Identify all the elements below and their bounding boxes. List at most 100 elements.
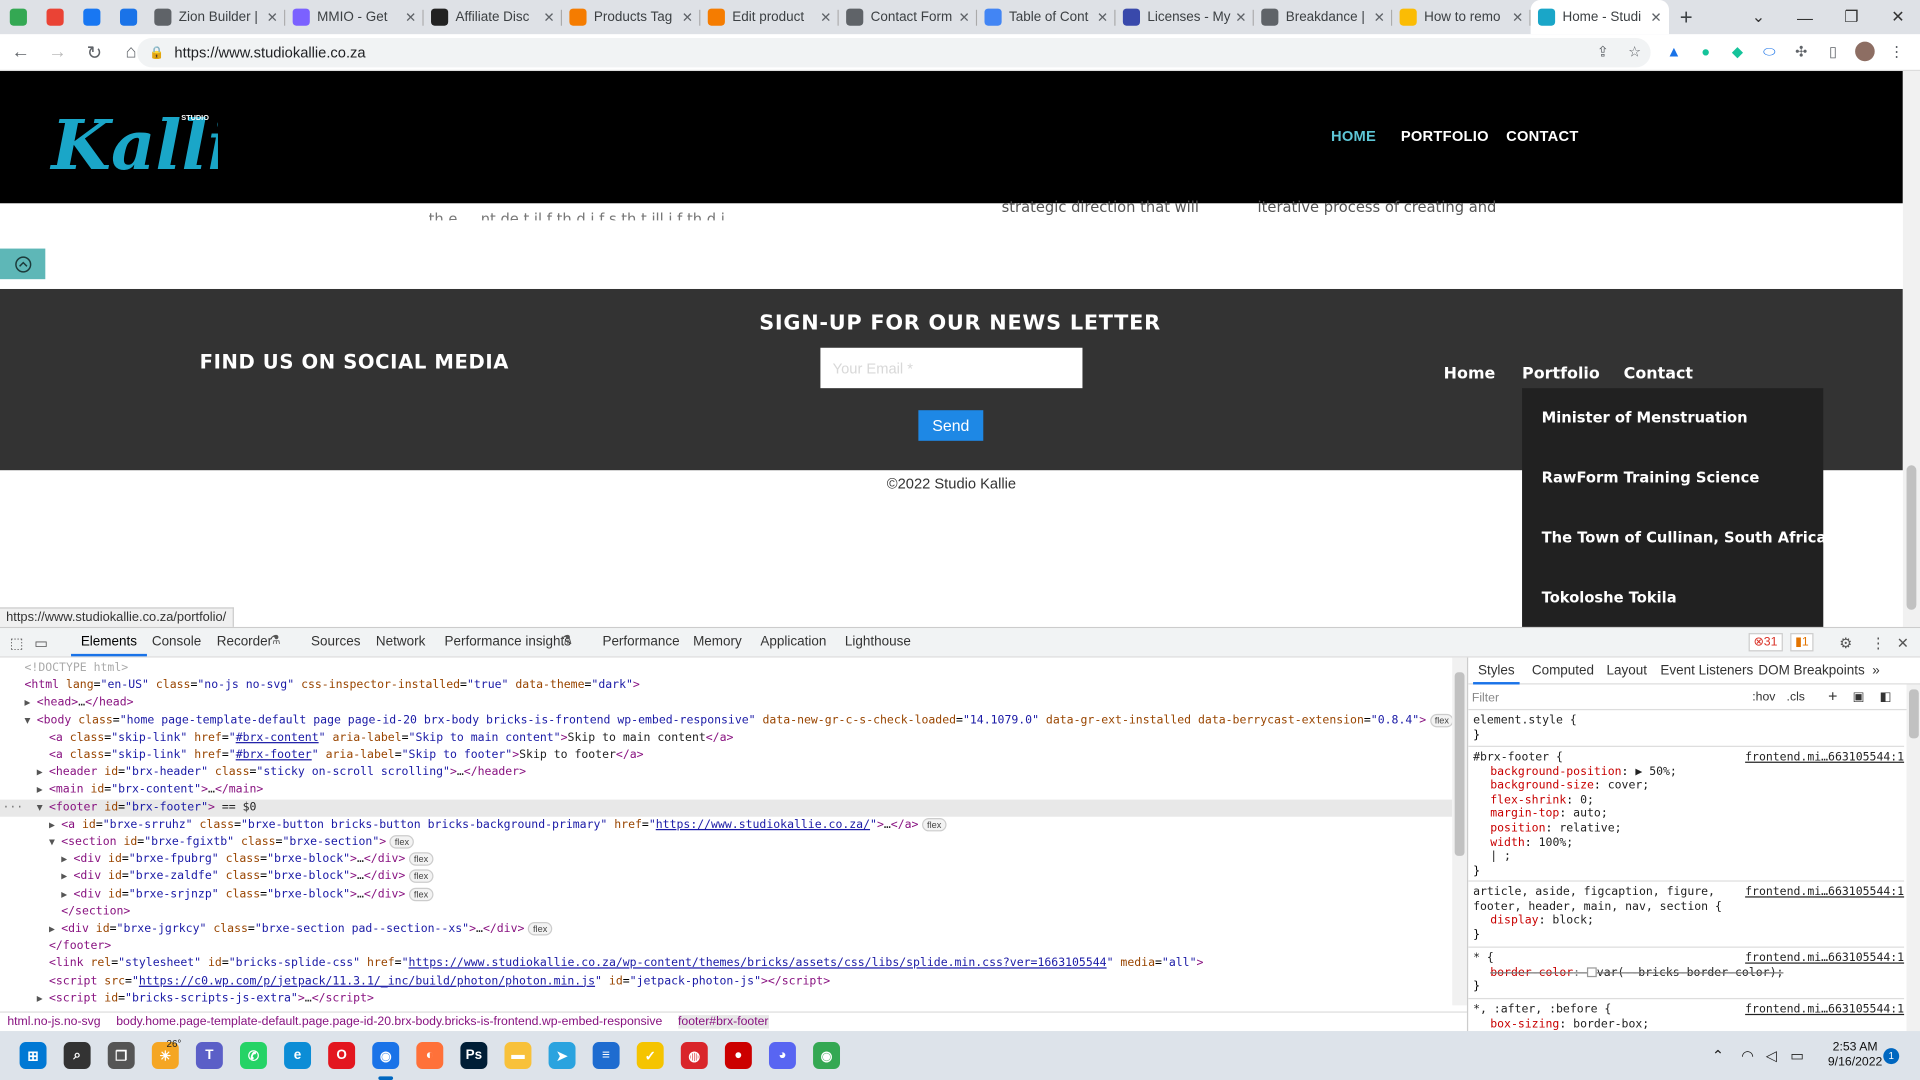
element-style-selector[interactable]: element.style {: [1473, 714, 1904, 728]
expand-triangle-icon[interactable]: ▶: [37, 990, 49, 1005]
dom-node-line[interactable]: <html lang="en-US" class="no-js no-svg" …: [0, 677, 1452, 694]
dom-node-line[interactable]: ▶ <div id="brxe-jgrkcy" class="brxe-secti…: [0, 921, 1452, 938]
browser-tab[interactable]: Home - Studi ✕: [1530, 0, 1669, 35]
devtools-tab-lighthouse[interactable]: Lighthouse: [845, 634, 911, 649]
address-bar[interactable]: 🔒 https://www.studiokallie.co.za: [137, 37, 1651, 68]
close-tab-icon[interactable]: ✕: [682, 9, 693, 25]
close-tab-icon[interactable]: ✕: [543, 9, 554, 25]
dom-node-line[interactable]: ▶ <div id="brxe-srjnzp" class="brxe-block…: [0, 886, 1452, 903]
side-tab-computed[interactable]: Computed: [1532, 664, 1594, 679]
forward-icon[interactable]: →: [42, 36, 74, 68]
extension-green-icon[interactable]: ◆: [1727, 40, 1749, 62]
dom-node-line[interactable]: ▶ <a id="brxe-srruhz" class="brxe-button …: [0, 816, 1452, 833]
close-window-icon[interactable]: ✕: [1875, 0, 1920, 34]
dom-node-line[interactable]: ▶ <script id="bricks-scripts-js-extra">…<…: [0, 990, 1452, 1005]
expand-triangle-icon[interactable]: ▼: [24, 712, 36, 729]
footer-nav-contact[interactable]: Contact: [1624, 365, 1693, 383]
breadcrumb-footer[interactable]: footer#brx-footer: [677, 1015, 769, 1029]
dom-node-line[interactable]: </section>: [0, 903, 1452, 920]
page-scrollbar-thumb[interactable]: [1906, 465, 1917, 610]
styles-filter-input[interactable]: [1471, 689, 1737, 708]
system-clock[interactable]: 2:53 AM 9/16/2022: [1821, 1041, 1890, 1070]
browser-tab[interactable]: Contact Form ✕: [839, 0, 978, 34]
devtools-tab-sources[interactable]: Sources: [311, 634, 360, 649]
sidebar-toggle-icon[interactable]: ◧: [1880, 691, 1892, 704]
css-property[interactable]: background-position: ▶ 50%;: [1473, 765, 1904, 779]
teams-icon[interactable]: T: [195, 1042, 223, 1069]
browser-tab[interactable]: Zion Builder | ✕: [147, 0, 286, 34]
browser-tab[interactable]: How to remo ✕: [1392, 0, 1531, 34]
css-property[interactable]: flex-shrink: 0;: [1473, 793, 1904, 807]
newsletter-email-input[interactable]: [820, 347, 1083, 389]
devtools-tab-performance-insights[interactable]: Performance insights: [444, 634, 571, 649]
expand-triangle-icon[interactable]: ▶: [49, 921, 61, 938]
profile-avatar[interactable]: [1854, 40, 1876, 62]
dom-node-line[interactable]: ▼ <section id="brxe-fgixtb" class="brxe-s…: [0, 834, 1452, 851]
nav-portfolio[interactable]: PORTFOLIO: [1401, 127, 1489, 144]
dropdown-item-minister[interactable]: Minister of Menstruation: [1542, 409, 1748, 426]
devtools-tab-performance[interactable]: Performance: [602, 634, 679, 649]
tab-search-icon[interactable]: ⌄: [1735, 0, 1782, 34]
new-rule-plus-icon[interactable]: +: [1828, 687, 1837, 705]
footer-nav-home[interactable]: Home: [1444, 365, 1496, 383]
devtools-tab-recorder[interactable]: Recorder: [217, 634, 272, 649]
newsletter-send-button[interactable]: Send: [918, 410, 984, 441]
opera-icon[interactable]: O: [328, 1042, 356, 1069]
dom-node-line[interactable]: <a class="skip-link" href="#brx-content"…: [0, 730, 1452, 747]
notepad-icon[interactable]: ≡: [592, 1042, 620, 1069]
task-view-icon[interactable]: ❐: [107, 1042, 135, 1069]
devtools-tab-memory[interactable]: Memory: [693, 634, 742, 649]
reload-icon[interactable]: ↻: [78, 36, 110, 68]
close-tab-icon[interactable]: ✕: [820, 9, 831, 25]
browser-tab[interactable]: Licenses - My ✕: [1116, 0, 1254, 34]
dom-node-line[interactable]: ▶ <div id="brxe-zaldfe" class="brxe-block…: [0, 869, 1452, 886]
dom-node-line[interactable]: <!DOCTYPE html>: [0, 660, 1452, 677]
css-property[interactable]: margin-top: auto;: [1473, 807, 1904, 821]
devtools-tab-application[interactable]: Application: [760, 634, 826, 649]
expand-triangle-icon[interactable]: ▶: [61, 886, 73, 903]
expand-triangle-icon[interactable]: ▶: [37, 782, 49, 799]
pseudo-source-link[interactable]: frontend.mi…663105544:1: [1745, 1003, 1904, 1017]
search-icon[interactable]: ⌕: [63, 1042, 91, 1069]
breadcrumb-body[interactable]: body.home.page-template-default.page.pag…: [116, 1015, 662, 1028]
expand-triangle-icon[interactable]: ▶: [49, 816, 61, 833]
universal-source-link[interactable]: frontend.mi…663105544:1: [1745, 951, 1904, 965]
close-tab-icon[interactable]: ✕: [1512, 9, 1523, 25]
devtools-tab-elements[interactable]: Elements: [71, 634, 147, 657]
expand-triangle-icon[interactable]: ▼: [37, 799, 49, 816]
styles-scrollbar-thumb[interactable]: [1908, 689, 1919, 739]
dom-node-line[interactable]: <a class="skip-link" href="#brx-footer" …: [0, 747, 1452, 764]
display-block-prop[interactable]: display: block;: [1473, 914, 1904, 928]
minimize-icon[interactable]: —: [1782, 0, 1829, 34]
cls-toggle[interactable]: .cls: [1787, 691, 1805, 704]
expand-triangle-icon[interactable]: ▶: [61, 869, 73, 886]
caret-line[interactable]: | ;: [1473, 850, 1904, 864]
brx-footer-source-link[interactable]: frontend.mi…663105544:1: [1745, 751, 1904, 765]
dom-node-line[interactable]: ··· ▼ <footer id="brx-footer"> == $0: [0, 799, 1453, 817]
breadcrumb-html[interactable]: html.no-js.no-svg: [7, 1015, 100, 1028]
record-icon[interactable]: ●: [724, 1042, 752, 1069]
settings-gear-icon[interactable]: ⚙: [1839, 634, 1852, 651]
border-color-prop-overridden[interactable]: border-color: var(--bricks-border-color)…: [1473, 966, 1904, 980]
close-tab-icon[interactable]: ✕: [1235, 9, 1246, 25]
nav-contact[interactable]: CONTACT: [1506, 127, 1578, 144]
hov-toggle[interactable]: :hov: [1752, 691, 1775, 704]
close-tab-icon[interactable]: ✕: [1374, 9, 1385, 25]
dropdown-item-tokoloshe[interactable]: Tokoloshe Tokila: [1542, 589, 1677, 606]
close-tab-icon[interactable]: ✕: [1097, 9, 1108, 25]
browser-tab[interactable]: MMIO - Get ✕: [285, 0, 424, 34]
expand-triangle-icon[interactable]: ▶: [24, 695, 36, 712]
bookmark-star-icon[interactable]: ☆: [1624, 40, 1646, 62]
inspect-element-icon[interactable]: ⬚: [10, 634, 24, 651]
styles-scrollbar[interactable]: [1906, 684, 1920, 1033]
css-property[interactable]: background-size: cover;: [1473, 779, 1904, 793]
expand-triangle-icon[interactable]: ▼: [49, 834, 61, 851]
docs-icon[interactable]: [110, 0, 147, 34]
css-property[interactable]: width: 100%;: [1473, 836, 1904, 850]
page-scrollbar[interactable]: [1902, 71, 1920, 627]
close-devtools-icon[interactable]: ✕: [1897, 634, 1909, 651]
devtools-tab-console[interactable]: Console: [152, 634, 201, 649]
discord-icon[interactable]: ◕: [768, 1042, 796, 1069]
more-tabs-icon[interactable]: »: [1872, 664, 1880, 679]
norton-icon[interactable]: ✓: [636, 1042, 664, 1069]
